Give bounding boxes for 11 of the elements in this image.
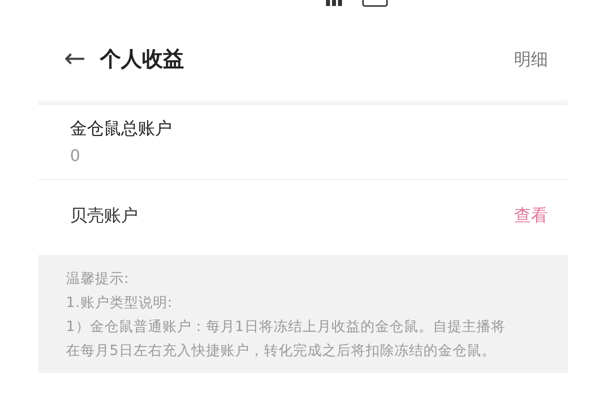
tips-title: 温馨提示: (66, 270, 130, 289)
account-name: 贝壳账户 (70, 205, 138, 227)
view-link[interactable]: 查看 (514, 204, 548, 227)
back-button[interactable]: ← (64, 46, 86, 72)
page-title: 个人收益 (100, 46, 185, 73)
account-balance: 0 (70, 146, 82, 165)
tip-text: 1）金仓鼠普通账户：每月1日将冻结上月收益的金仓鼠。自提主播将在每月5日左右充入快捷账户，转化完成之后将扣除冻结的金仓鼠。 (66, 318, 506, 361)
detail-link[interactable]: 明细 (514, 48, 548, 70)
tip-text: 1.账户类型说明: (66, 294, 174, 313)
battery-icon (362, 0, 390, 10)
account-name: 金仓鼠总账户 (70, 118, 173, 140)
